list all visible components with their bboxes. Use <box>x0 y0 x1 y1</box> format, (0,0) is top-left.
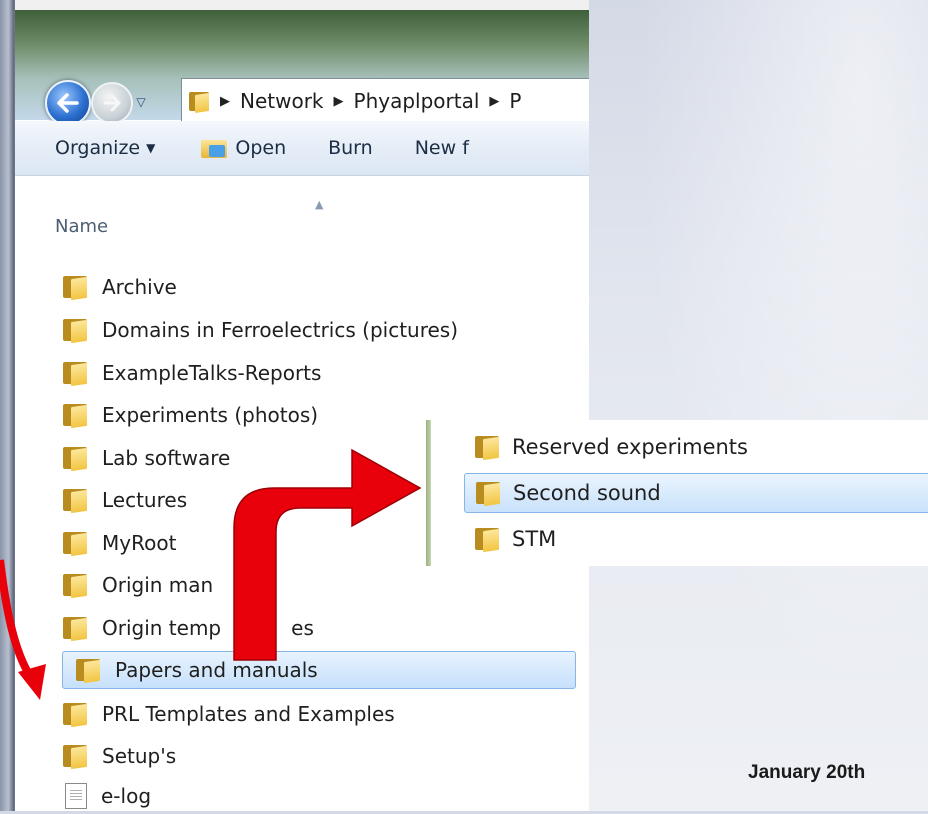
document-icon <box>65 783 87 809</box>
slide-background <box>600 0 928 811</box>
folder-icon <box>188 90 210 113</box>
list-item-label: Domains in Ferroelectrics (pictures) <box>102 318 459 342</box>
subfolder-pane: Reserved experiments Second sound STM <box>418 420 928 566</box>
back-button[interactable] <box>45 80 91 126</box>
list-item-selected[interactable]: Papers and manuals <box>62 651 576 689</box>
name-column-header[interactable]: Name <box>55 216 108 237</box>
subfolder-item[interactable]: Reserved experiments <box>474 428 748 466</box>
subfolder-item-label: Second sound <box>513 481 661 505</box>
list-item[interactable]: Setup's <box>62 738 622 774</box>
list-item-label: Setup's <box>102 744 177 768</box>
breadcrumb-separator-icon[interactable]: ▶ <box>220 94 230 109</box>
list-item-label: ExampleTalks-Reports <box>102 361 322 385</box>
chevron-down-icon: ▼ <box>146 141 156 155</box>
back-arrow-icon <box>57 93 79 113</box>
open-button[interactable]: Open <box>201 137 286 159</box>
list-item-label: PRL Templates and Examples <box>102 702 395 726</box>
address-bar[interactable]: ▶ Network ▶ Phyaplportal ▶ P <box>181 78 589 124</box>
new-folder-button[interactable]: New f <box>415 137 469 159</box>
list-item-label: Experiments (photos) <box>102 403 319 427</box>
subfolder-item[interactable]: STM <box>474 520 556 558</box>
organize-button[interactable]: Organize ▼ <box>55 137 155 159</box>
open-label: Open <box>235 137 287 159</box>
folder-icon <box>62 274 88 301</box>
burn-label: Burn <box>328 137 373 159</box>
list-item-label: Lectures <box>102 488 188 512</box>
navigation-bar: ▽ ▶ Network ▶ Phyaplportal ▶ P <box>15 10 589 126</box>
forward-button[interactable] <box>91 82 133 124</box>
folder-icon <box>474 434 500 461</box>
list-item[interactable]: Archive <box>62 269 622 305</box>
list-item[interactable]: Origin temp es <box>62 610 622 646</box>
folder-icon <box>62 360 88 387</box>
forward-arrow-icon <box>103 94 121 112</box>
folder-icon <box>62 530 88 557</box>
burn-button[interactable]: Burn <box>328 137 373 159</box>
subfolder-item-label: Reserved experiments <box>512 435 748 459</box>
list-item-label: MyRoot <box>102 531 177 555</box>
subfolder-item-label: STM <box>512 527 557 551</box>
list-item-label: Archive <box>102 275 177 299</box>
breadcrumb-network[interactable]: Network <box>240 89 324 113</box>
list-item-label: Origin temp <box>102 616 222 640</box>
folder-icon <box>62 402 88 429</box>
list-item-label-suffix: es <box>291 616 314 640</box>
list-item[interactable]: ExampleTalks-Reports <box>62 355 622 391</box>
folder-icon <box>75 657 101 684</box>
folder-icon <box>475 480 501 507</box>
folder-icon <box>62 743 88 770</box>
folder-icon <box>474 526 500 553</box>
breadcrumb-separator-icon[interactable]: ▶ <box>334 94 344 109</box>
list-item-label: Lab software <box>102 446 231 470</box>
folder-icon <box>62 701 88 728</box>
pane-divider <box>426 420 431 566</box>
list-item[interactable]: e-log <box>62 778 622 814</box>
open-folder-icon <box>201 137 229 159</box>
sort-ascending-icon: ▲ <box>315 198 324 211</box>
list-item[interactable]: PRL Templates and Examples <box>62 696 622 732</box>
breadcrumb-truncated[interactable]: P <box>509 89 521 113</box>
list-item[interactable]: Origin man <box>62 567 622 603</box>
list-item-label: e-log <box>101 784 152 808</box>
command-toolbar: Organize ▼ Open Burn New f <box>15 121 589 176</box>
subfolder-item-selected[interactable]: Second sound <box>464 473 928 513</box>
list-item-label: Papers and manuals <box>115 658 318 682</box>
new-folder-label: New f <box>414 137 469 159</box>
chevron-down-icon: ▽ <box>136 95 146 109</box>
list-item[interactable]: Domains in Ferroelectrics (pictures) <box>62 312 622 348</box>
organize-label: Organize <box>55 137 141 159</box>
folder-icon <box>62 615 88 642</box>
slide-date: January 20th <box>748 762 866 783</box>
title-strip <box>15 0 589 10</box>
list-item-label: Origin man <box>102 573 214 597</box>
folder-icon <box>62 572 88 599</box>
breadcrumb-separator-icon[interactable]: ▶ <box>489 94 499 109</box>
folder-icon <box>62 445 88 472</box>
breadcrumb-phyaplportal[interactable]: Phyaplportal <box>354 89 480 113</box>
column-header: ▲ Name <box>15 176 589 237</box>
folder-icon <box>62 487 88 514</box>
recent-pages-dropdown[interactable]: ▽ <box>131 92 151 112</box>
window-left-frame <box>0 0 14 811</box>
folder-icon <box>62 317 88 344</box>
